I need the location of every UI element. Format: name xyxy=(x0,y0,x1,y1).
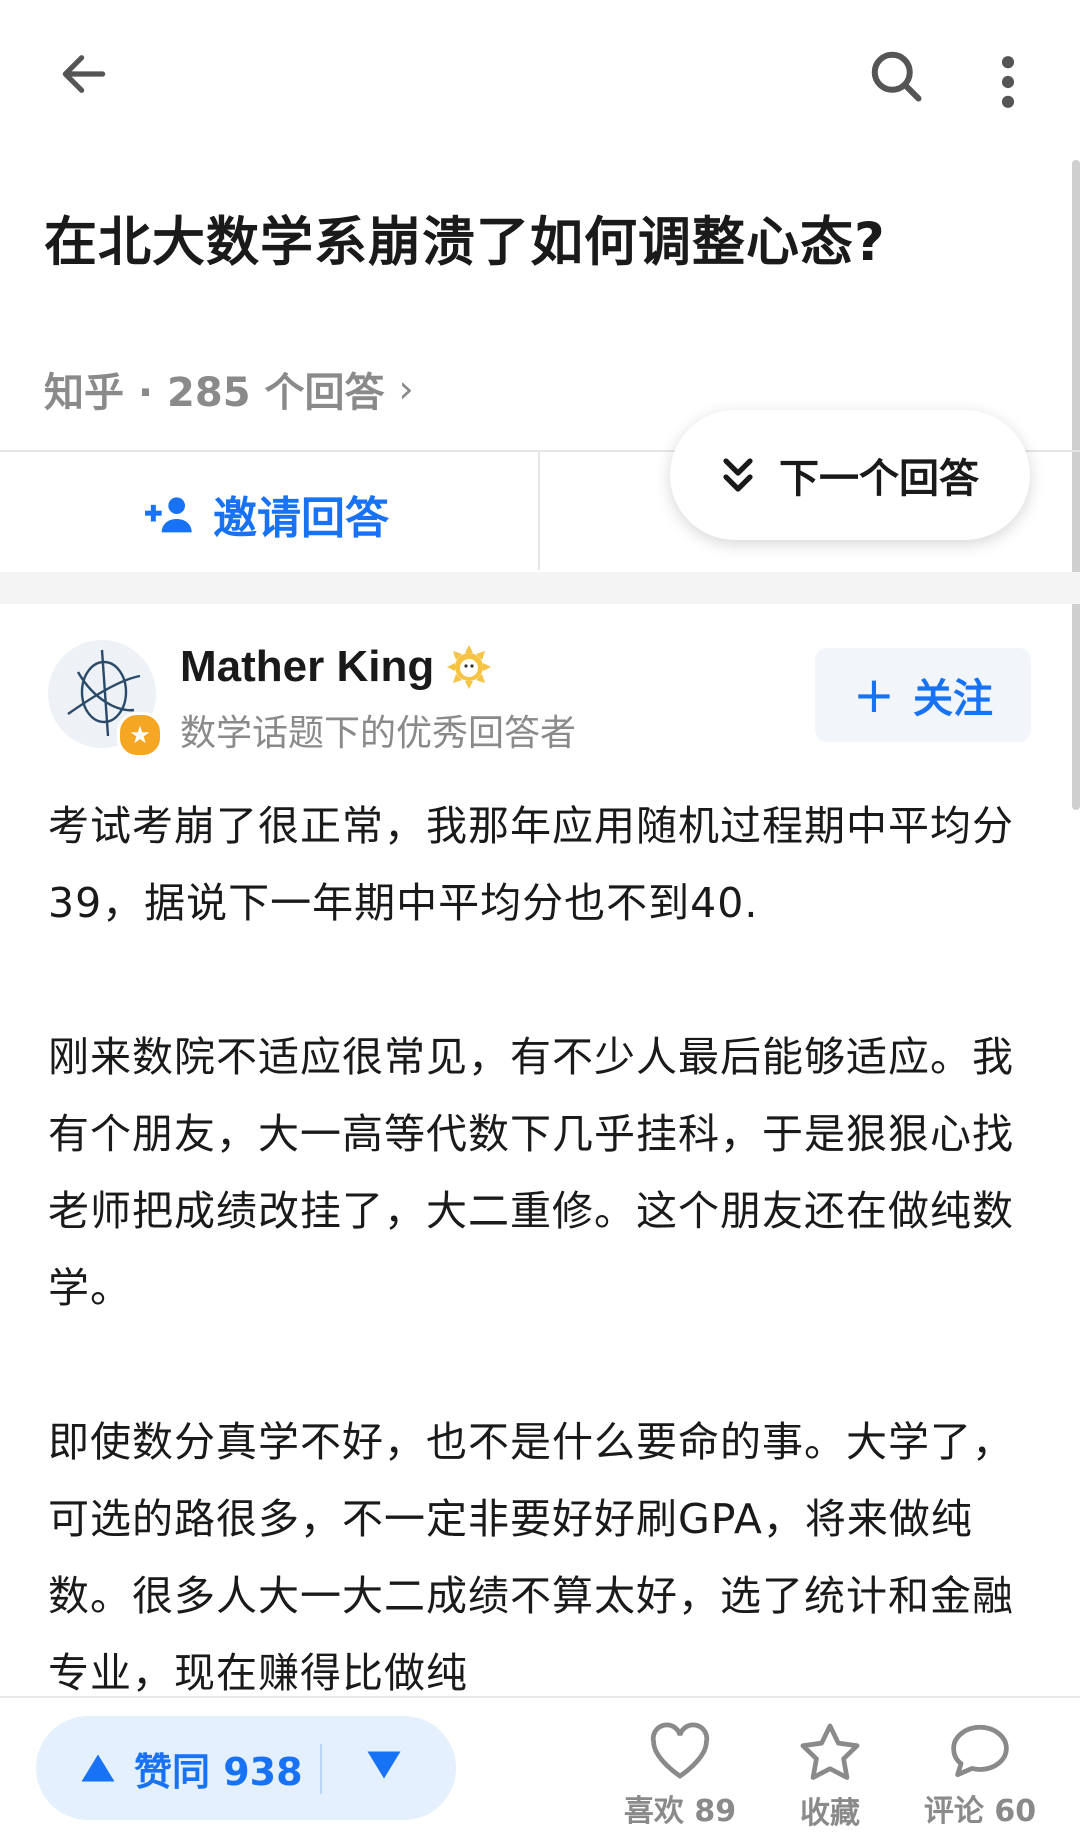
author-description: 数学话题下的优秀回答者 xyxy=(180,713,577,754)
add-person-icon xyxy=(145,497,192,533)
top-bar xyxy=(0,0,1080,150)
answer-paragraph: 即使数分真学不好，也不是什么要命的事。大学了，可选的路很多，不一定非要好好刷GP… xyxy=(48,1418,1014,1697)
search-button[interactable] xyxy=(860,40,932,112)
excellent-answerer-badge-icon: ★ xyxy=(117,712,163,758)
back-button[interactable] xyxy=(48,38,120,110)
triangle-up-icon xyxy=(81,1754,115,1782)
downvote-button[interactable] xyxy=(366,1750,402,1784)
comment-button[interactable]: 评论 60 xyxy=(920,1722,1040,1830)
like-button[interactable]: 喜欢 89 xyxy=(620,1722,740,1830)
answer-paragraph: 刚来数院不适应很常见，有不少人最后能够适应。我有个朋友，大一高等代数下几乎挂科，… xyxy=(48,1033,1014,1312)
chevron-right-icon: › xyxy=(398,367,414,411)
next-answer-button[interactable]: 下一个回答 xyxy=(670,410,1030,540)
divider xyxy=(538,452,540,570)
favorite-button[interactable]: 收藏 xyxy=(770,1722,890,1832)
search-icon xyxy=(871,51,922,102)
author-name[interactable]: Mather King xyxy=(180,642,494,692)
invite-answer-button[interactable]: 邀请回答 xyxy=(145,482,389,546)
question-meta-text: 知乎 · 285 个回答 xyxy=(44,370,385,416)
next-answer-label: 下一个回答 xyxy=(779,456,979,502)
favorite-label: 收藏 xyxy=(800,1796,860,1831)
author-name-text: Mather King xyxy=(180,642,435,691)
section-gap xyxy=(0,572,1080,604)
arrow-left-icon xyxy=(62,55,106,93)
like-label: 喜欢 89 xyxy=(623,1794,737,1829)
follow-button[interactable]: + 关注 xyxy=(815,648,1031,742)
question-title[interactable]: 在北大数学系崩溃了如何调整心态? xyxy=(44,208,1034,278)
triangle-down-icon xyxy=(367,1751,401,1779)
more-button[interactable] xyxy=(980,46,1036,118)
more-vertical-icon xyxy=(1001,56,1015,108)
vote-pill: 赞同 938 xyxy=(36,1716,456,1820)
comment-bubble-icon xyxy=(951,1724,1009,1778)
invite-answer-label: 邀请回答 xyxy=(213,493,389,544)
question-meta[interactable]: 知乎 · 285 个回答 › xyxy=(44,360,414,418)
comment-label: 评论 60 xyxy=(923,1794,1037,1829)
divider xyxy=(320,1744,322,1794)
double-chevron-down-icon xyxy=(723,458,753,492)
answer-body[interactable]: 考试考崩了很正常，我那年应用随机过程期中平均分39，据说下一年期中平均分也不到4… xyxy=(48,788,1018,1789)
follow-label: 关注 xyxy=(912,676,993,722)
plus-icon: + xyxy=(853,666,895,724)
heart-icon xyxy=(650,1722,710,1779)
upvote-button[interactable]: 赞同 938 xyxy=(80,1741,303,1796)
upvote-label: 赞同 938 xyxy=(134,1749,303,1794)
sun-badge-icon xyxy=(447,645,492,689)
star-icon xyxy=(800,1723,860,1780)
answer-paragraph: 考试考崩了很正常，我那年应用随机过程期中平均分39，据说下一年期中平均分也不到4… xyxy=(48,802,1014,927)
bottom-action-bar: 赞同 938 喜欢 89 收藏 评论 60 xyxy=(0,1696,1080,1842)
